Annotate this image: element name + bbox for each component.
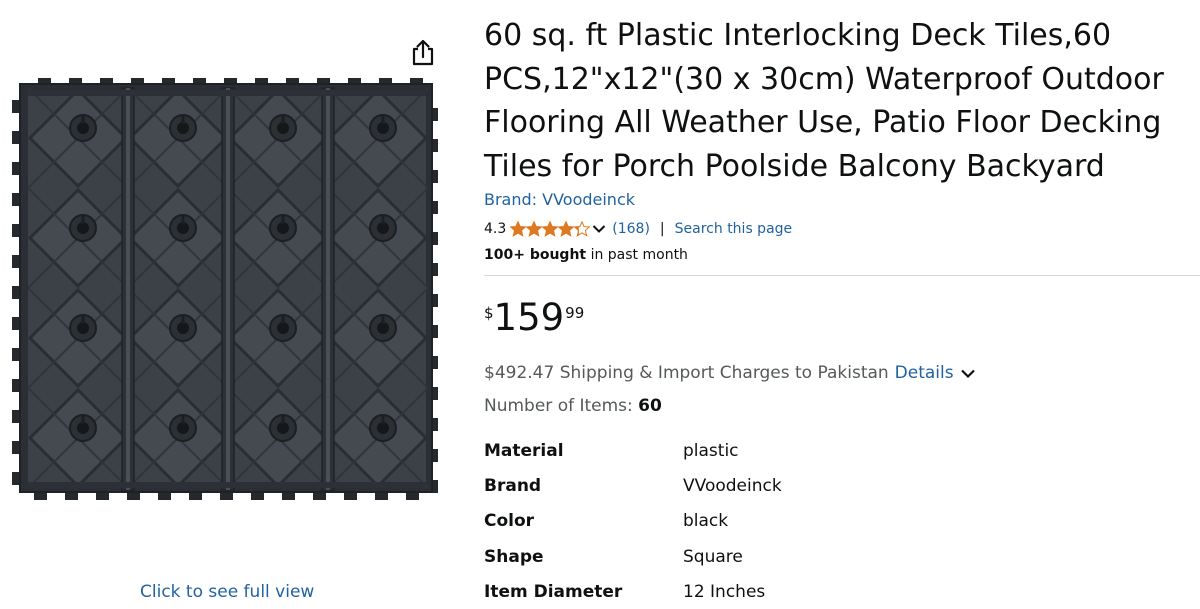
details-link[interactable]: Details [895, 363, 954, 383]
full-view-link[interactable]: Click to see full view [140, 582, 314, 602]
spec-value: 12 Inches [683, 581, 766, 602]
spec-row-shape: Shape Square [484, 539, 782, 574]
bought-count: 100+ bought [484, 247, 587, 263]
spec-value: plastic [683, 440, 739, 461]
star-icon [510, 221, 527, 237]
spec-value: black [683, 511, 729, 532]
share-button[interactable] [410, 38, 436, 66]
number-of-items-label: Number of Items: [484, 396, 639, 416]
price-fraction: 99 [565, 304, 585, 322]
price: $ 159 99 [484, 296, 584, 340]
brand-link[interactable]: Brand: VVoodeinck [484, 190, 635, 209]
product-specs-table: Material plastic Brand VVoodeinck Color … [484, 433, 782, 609]
product-image[interactable] [10, 78, 440, 503]
spec-key: Color [484, 511, 535, 532]
chevron-down-icon[interactable] [960, 368, 976, 379]
divider [484, 275, 1200, 276]
star-rating[interactable] [510, 221, 591, 237]
spec-value: VVoodeinck [683, 475, 782, 496]
star-icon [542, 221, 559, 237]
search-this-page-link[interactable]: Search this page [675, 221, 793, 237]
rating-value: 4.3 [484, 221, 507, 237]
image-panel: Click to see full view [0, 0, 460, 609]
spec-row-brand: Brand VVoodeinck [484, 468, 782, 503]
star-icon [558, 221, 575, 237]
chevron-down-icon[interactable] [592, 224, 606, 234]
price-symbol: $ [484, 304, 494, 322]
price-whole: 159 [493, 296, 565, 339]
star-icon [526, 221, 543, 237]
spec-key: Brand [484, 475, 542, 496]
star-icon [574, 221, 591, 237]
spec-key: Item Diameter [484, 581, 623, 602]
spec-value: Square [683, 546, 743, 567]
rating-count-link[interactable]: (168) [612, 221, 650, 237]
share-icon [412, 39, 434, 66]
number-of-items: Number of Items: 60 [484, 396, 662, 416]
spec-row-material: Material plastic [484, 433, 782, 468]
spec-row-color: Color black [484, 504, 782, 539]
bought-suffix: in past month [586, 247, 688, 263]
shipping-text: $492.47 Shipping & Import Charges to Pak… [484, 363, 889, 383]
spec-row-item-diameter: Item Diameter 12 Inches [484, 574, 782, 609]
spec-key: Shape [484, 546, 544, 567]
shipping-charges: $492.47 Shipping & Import Charges to Pak… [484, 363, 976, 383]
bought-in-past-month: 100+ bought in past month [484, 247, 688, 263]
separator: | [659, 221, 665, 237]
number-of-items-value: 60 [638, 396, 662, 416]
spec-key: Material [484, 440, 564, 461]
rating-row: 4.3 (168) | Search this page [484, 219, 792, 239]
product-title: 60 sq. ft Plastic Interlocking Deck Tile… [484, 18, 1164, 184]
